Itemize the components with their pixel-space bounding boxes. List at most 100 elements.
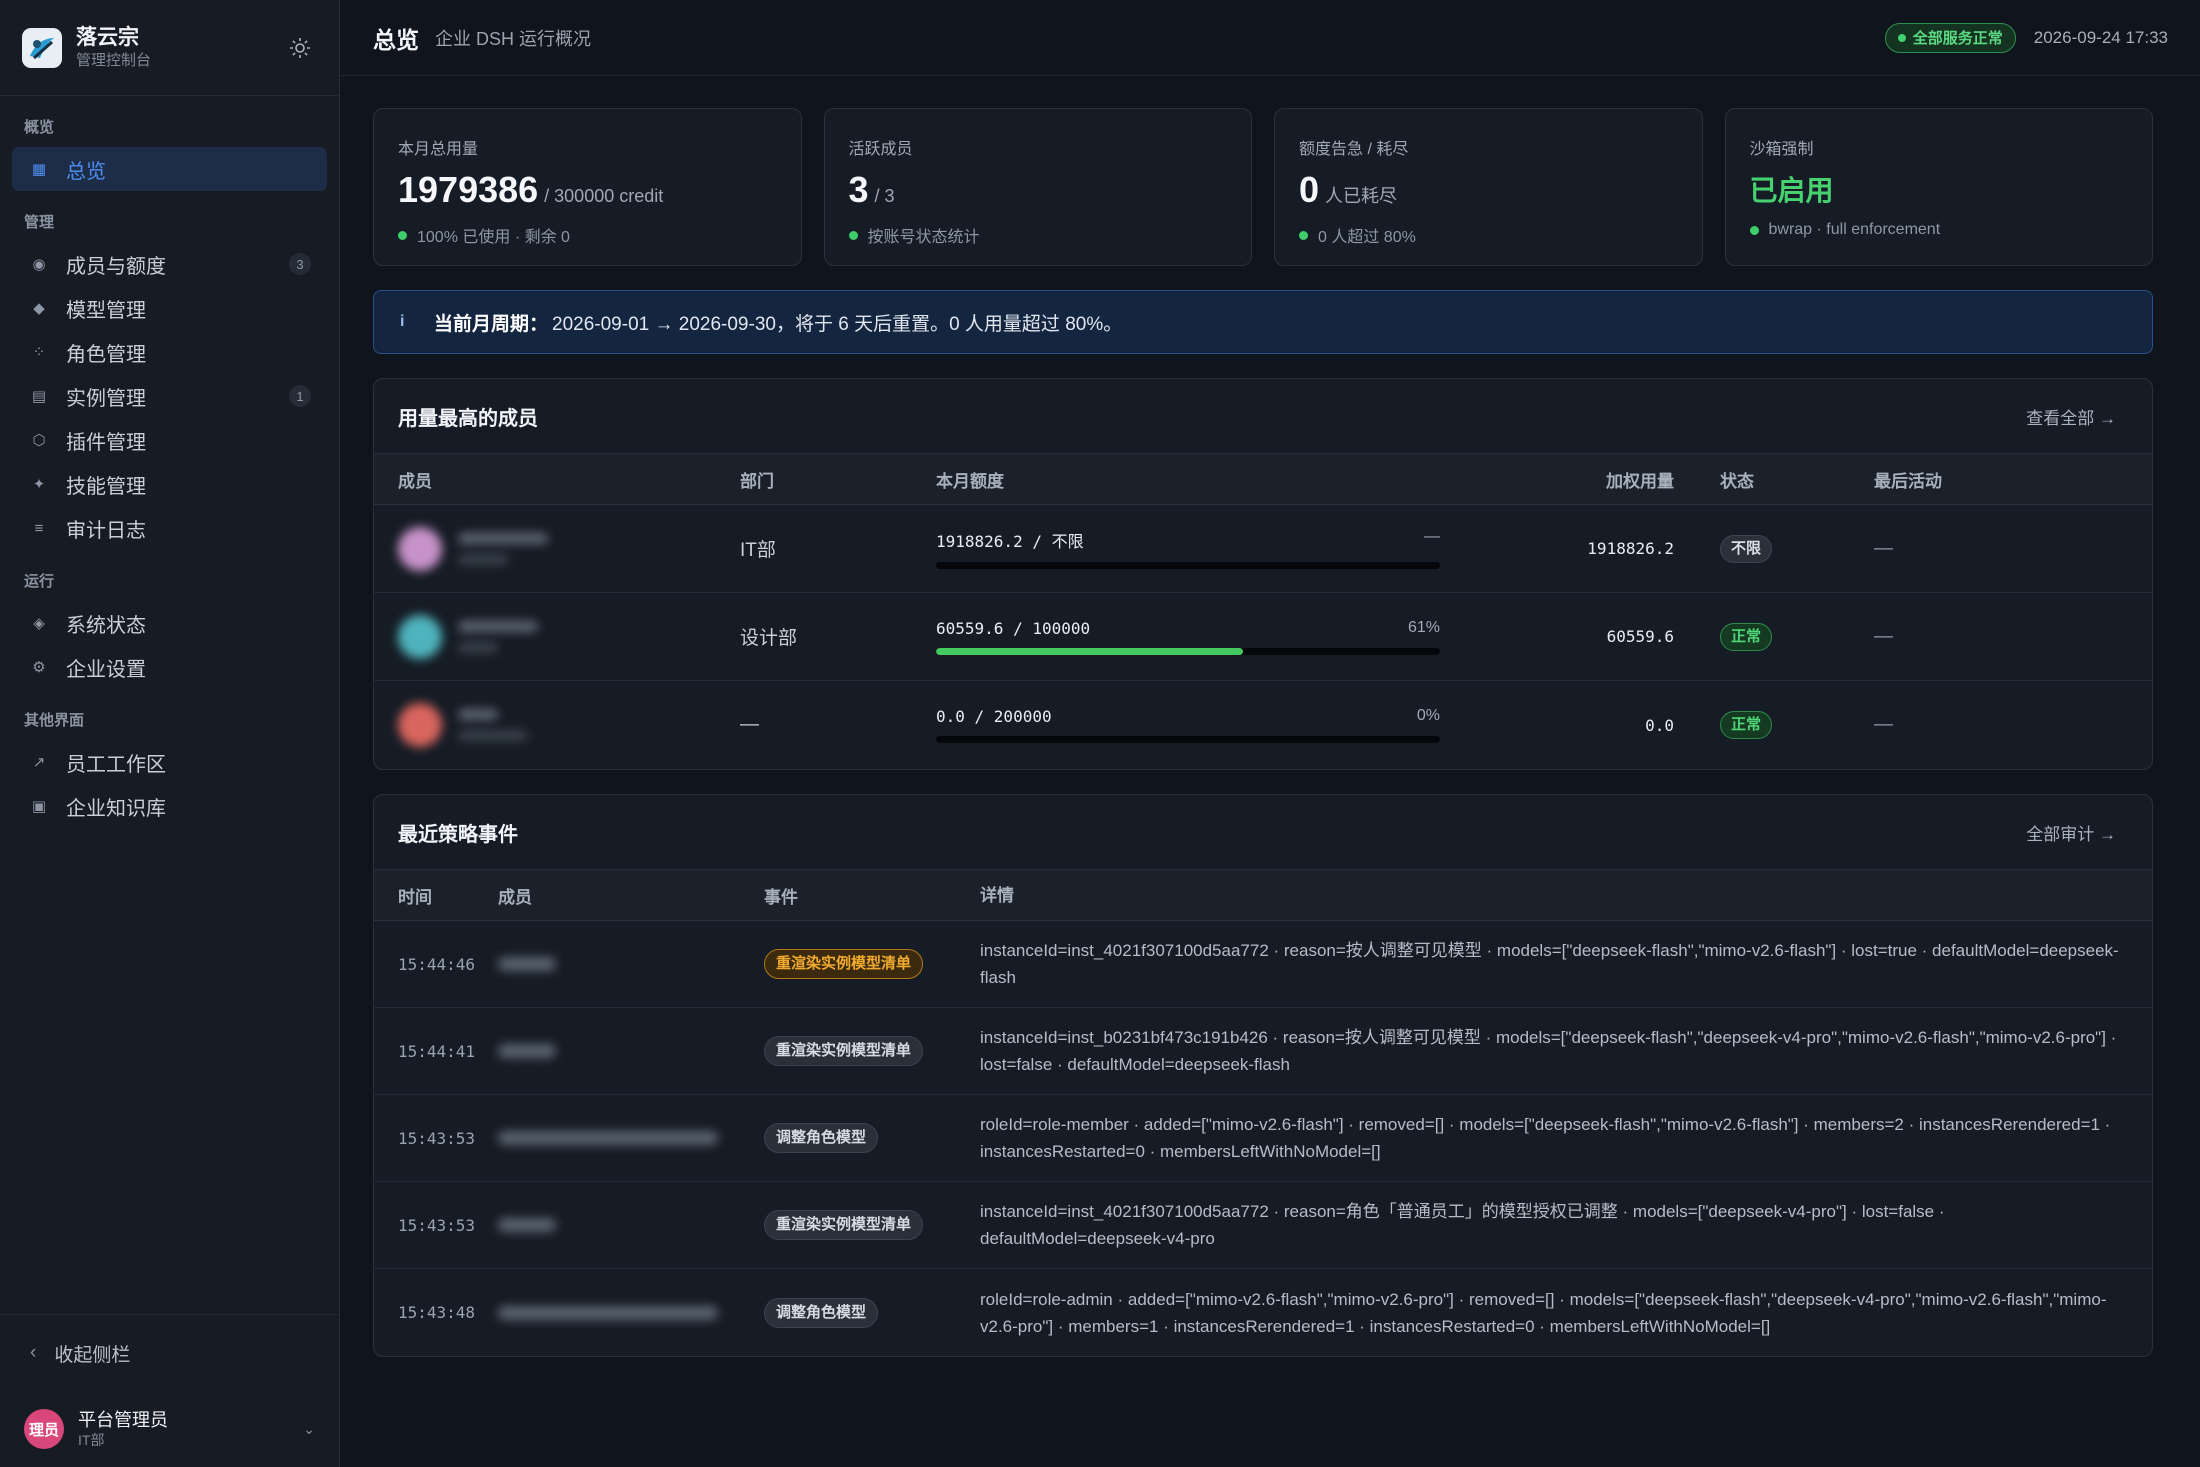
quota-value: 60559.6 / 100000 (936, 618, 1091, 638)
event-tag: 重渲染实例模型清单 (764, 1210, 924, 1240)
book-icon: ▣ (31, 798, 47, 815)
status-cell: 正常 (1684, 711, 1874, 739)
status-badge: 正常 (1720, 622, 1773, 651)
table-row[interactable]: 15:44:46 重渲染实例模型清单 instanceId=inst_4021f… (374, 921, 2152, 1008)
quota-percent: — (1424, 528, 1440, 545)
event-detail: roleId=role-admin · added=["mimo-v2.6-fl… (980, 1289, 2107, 1336)
status-dot-icon (1897, 33, 1906, 42)
event-detail: roleId=role-member · added=["mimo-v2.6-f… (980, 1115, 2111, 1161)
sidebar-item-system[interactable]: ◈ 系统状态 (12, 601, 327, 645)
table-row[interactable]: — 0.0 / 200000 0% 0.0 正常 — (374, 681, 2152, 769)
column-header: 最后活动 (1874, 471, 1942, 491)
dept-cell: 设计部 (740, 628, 798, 649)
last-activity: — (1874, 537, 1893, 559)
list-icon: ▤ (31, 388, 47, 405)
sidebar-item-skills[interactable]: ✦ 技能管理 (12, 462, 327, 506)
banner-bold: 当前月周期： (434, 313, 549, 335)
sidebar-item-knowledge[interactable]: ▣ 企业知识库 (12, 784, 327, 828)
chevron-left-icon: ‹ (30, 1342, 37, 1363)
column-header: 事件 (764, 887, 798, 907)
table-row[interactable]: 15:44:41 重渲染实例模型清单 instanceId=inst_b0231… (374, 1008, 2152, 1095)
user-menu[interactable]: 理员 平台管理员 IT部 ⌄ (0, 1391, 339, 1467)
topbar: 总览 企业 DSH 运行概况 全部服务正常 2026-09-24 17:33 (341, 0, 2200, 76)
sidebar-item-models[interactable]: ◆ 模型管理 (12, 286, 327, 330)
table-row[interactable]: 15:43:53 重渲染实例模型清单 instanceId=inst_4021f… (374, 1182, 2152, 1269)
event-tag: 重渲染实例模型清单 (764, 949, 924, 979)
sidebar-item-audit[interactable]: ≡ 审计日志 (12, 506, 327, 550)
weighted-usage: 60559.6 (1606, 627, 1674, 646)
status-badge: 正常 (1720, 711, 1773, 739)
banner-text: 2026-09-01 → 2026-09-30，将于 6 天后重置。0 人用量超… (552, 313, 1123, 335)
table-row[interactable]: IT部 1918826.2 / 不限 — 1918826.2 不限 — (374, 505, 2152, 593)
weighted-usage: 0.0 (1645, 715, 1674, 735)
member-cell (374, 526, 740, 571)
sidebar-item-workspace[interactable]: ↗ 员工工作区 (12, 740, 327, 784)
stat-value: 3 (848, 169, 869, 210)
sidebar-item-plugins[interactable]: ⬡ 插件管理 (12, 418, 327, 462)
nav-section-run: 运行 (24, 573, 55, 590)
nav-section-overview: 概览 (24, 119, 55, 136)
table-row[interactable]: 15:43:53 调整角色模型 roleId=role-member · add… (374, 1095, 2152, 1182)
event-cell: 重渲染实例模型清单 (764, 949, 980, 979)
grid-icon: ▦ (31, 161, 47, 178)
logo-icon (22, 27, 62, 68)
sidebar-item-roles[interactable]: ⁘ 角色管理 (12, 330, 327, 374)
status-dot-icon (1749, 225, 1759, 235)
event-cell: 重渲染实例模型清单 (764, 1210, 980, 1240)
stat-card-sandbox: 沙箱强制 已启用 bwrap · full enforcement (1724, 108, 2153, 266)
avatar (398, 614, 442, 659)
avatar (398, 526, 442, 571)
column-header: 加权用量 (1606, 471, 1674, 491)
brand: 落云宗 管理控制台 (0, 0, 339, 96)
avatar: 理员 (24, 1409, 64, 1449)
view-all-link[interactable]: 查看全部 → (2026, 404, 2116, 429)
stat-label: 活跃成员 (848, 141, 913, 158)
event-tag: 调整角色模型 (764, 1297, 879, 1328)
count-badge: 1 (289, 385, 311, 407)
sidebar-item-label: 插件管理 (66, 431, 146, 454)
chevron-down-icon: ⌄ (303, 1420, 315, 1437)
event-time: 15:43:53 (398, 1215, 476, 1235)
sidebar-item-settings[interactable]: ⚙ 企业设置 (12, 645, 327, 689)
stat-value: 1979386 (398, 169, 539, 210)
hexagon-icon: ⬡ (32, 432, 46, 449)
status-label: 全部服务正常 (1912, 30, 2003, 47)
sidebar-item-overview[interactable]: ▦ 总览 (12, 147, 327, 191)
page-title: 总览 (373, 26, 419, 53)
sidebar-item-label: 模型管理 (66, 299, 146, 322)
weighted-usage: 1918826.2 (1587, 539, 1674, 558)
quota-value: 1918826.2 / 不限 (936, 532, 1084, 551)
event-tag: 调整角色模型 (764, 1123, 879, 1153)
stats-row: 本月总用量 1979386 / 300000 credit 100% 已使用 ·… (373, 108, 2153, 266)
status-cell: 不限 (1684, 534, 1874, 563)
event-time: 15:43:53 (398, 1128, 476, 1148)
sidebar-item-members[interactable]: ◉ 成员与额度 3 (12, 242, 327, 286)
sidebar-item-instances[interactable]: ▤ 实例管理 1 (12, 374, 327, 418)
table-row[interactable]: 设计部 60559.6 / 100000 61% 60559.6 正常 — (374, 593, 2152, 681)
stat-card-active: 活跃成员 3 / 3 按账号状态统计 (823, 108, 1252, 266)
count-badge: 3 (289, 253, 311, 275)
sun-icon (290, 37, 310, 58)
sidebar: 落云宗 管理控制台 概览 ▦ 总览 管理 ◉ 成员与额度 3 ◆ 模型管理 ⁘ … (0, 0, 340, 1467)
member-cell (374, 703, 740, 747)
all-audit-link[interactable]: 全部审计 → (2026, 820, 2116, 845)
event-cell: 调整角色模型 (764, 1297, 980, 1328)
member-cell (498, 1131, 764, 1145)
event-detail: instanceId=inst_4021f307100d5aa772 · rea… (980, 1202, 1945, 1248)
collapse-sidebar-button[interactable]: ‹ 收起侧栏 (0, 1315, 339, 1391)
diamond-icon: ◆ (33, 300, 45, 317)
table-header: 成员 部门 本月额度 加权用量 状态 最后活动 (374, 453, 2152, 505)
stat-foot: 0 人超过 80% (1318, 229, 1416, 246)
column-header: 成员 (498, 887, 532, 907)
column-header: 成员 (398, 471, 432, 491)
theme-toggle-button[interactable] (283, 31, 317, 65)
stat-unit: / 3 (874, 186, 895, 206)
user-name: 平台管理员 (78, 1410, 168, 1430)
member-cell (498, 957, 764, 971)
event-cell: 调整角色模型 (764, 1123, 980, 1153)
table-row[interactable]: 15:43:48 调整角色模型 roleId=role-admin · adde… (374, 1269, 2152, 1356)
quota-cell: 60559.6 / 100000 61% (936, 619, 1444, 655)
sidebar-item-label: 实例管理 (66, 387, 146, 410)
arrow-up-right-icon: ↗ (32, 754, 46, 771)
column-header: 状态 (1720, 471, 1754, 491)
